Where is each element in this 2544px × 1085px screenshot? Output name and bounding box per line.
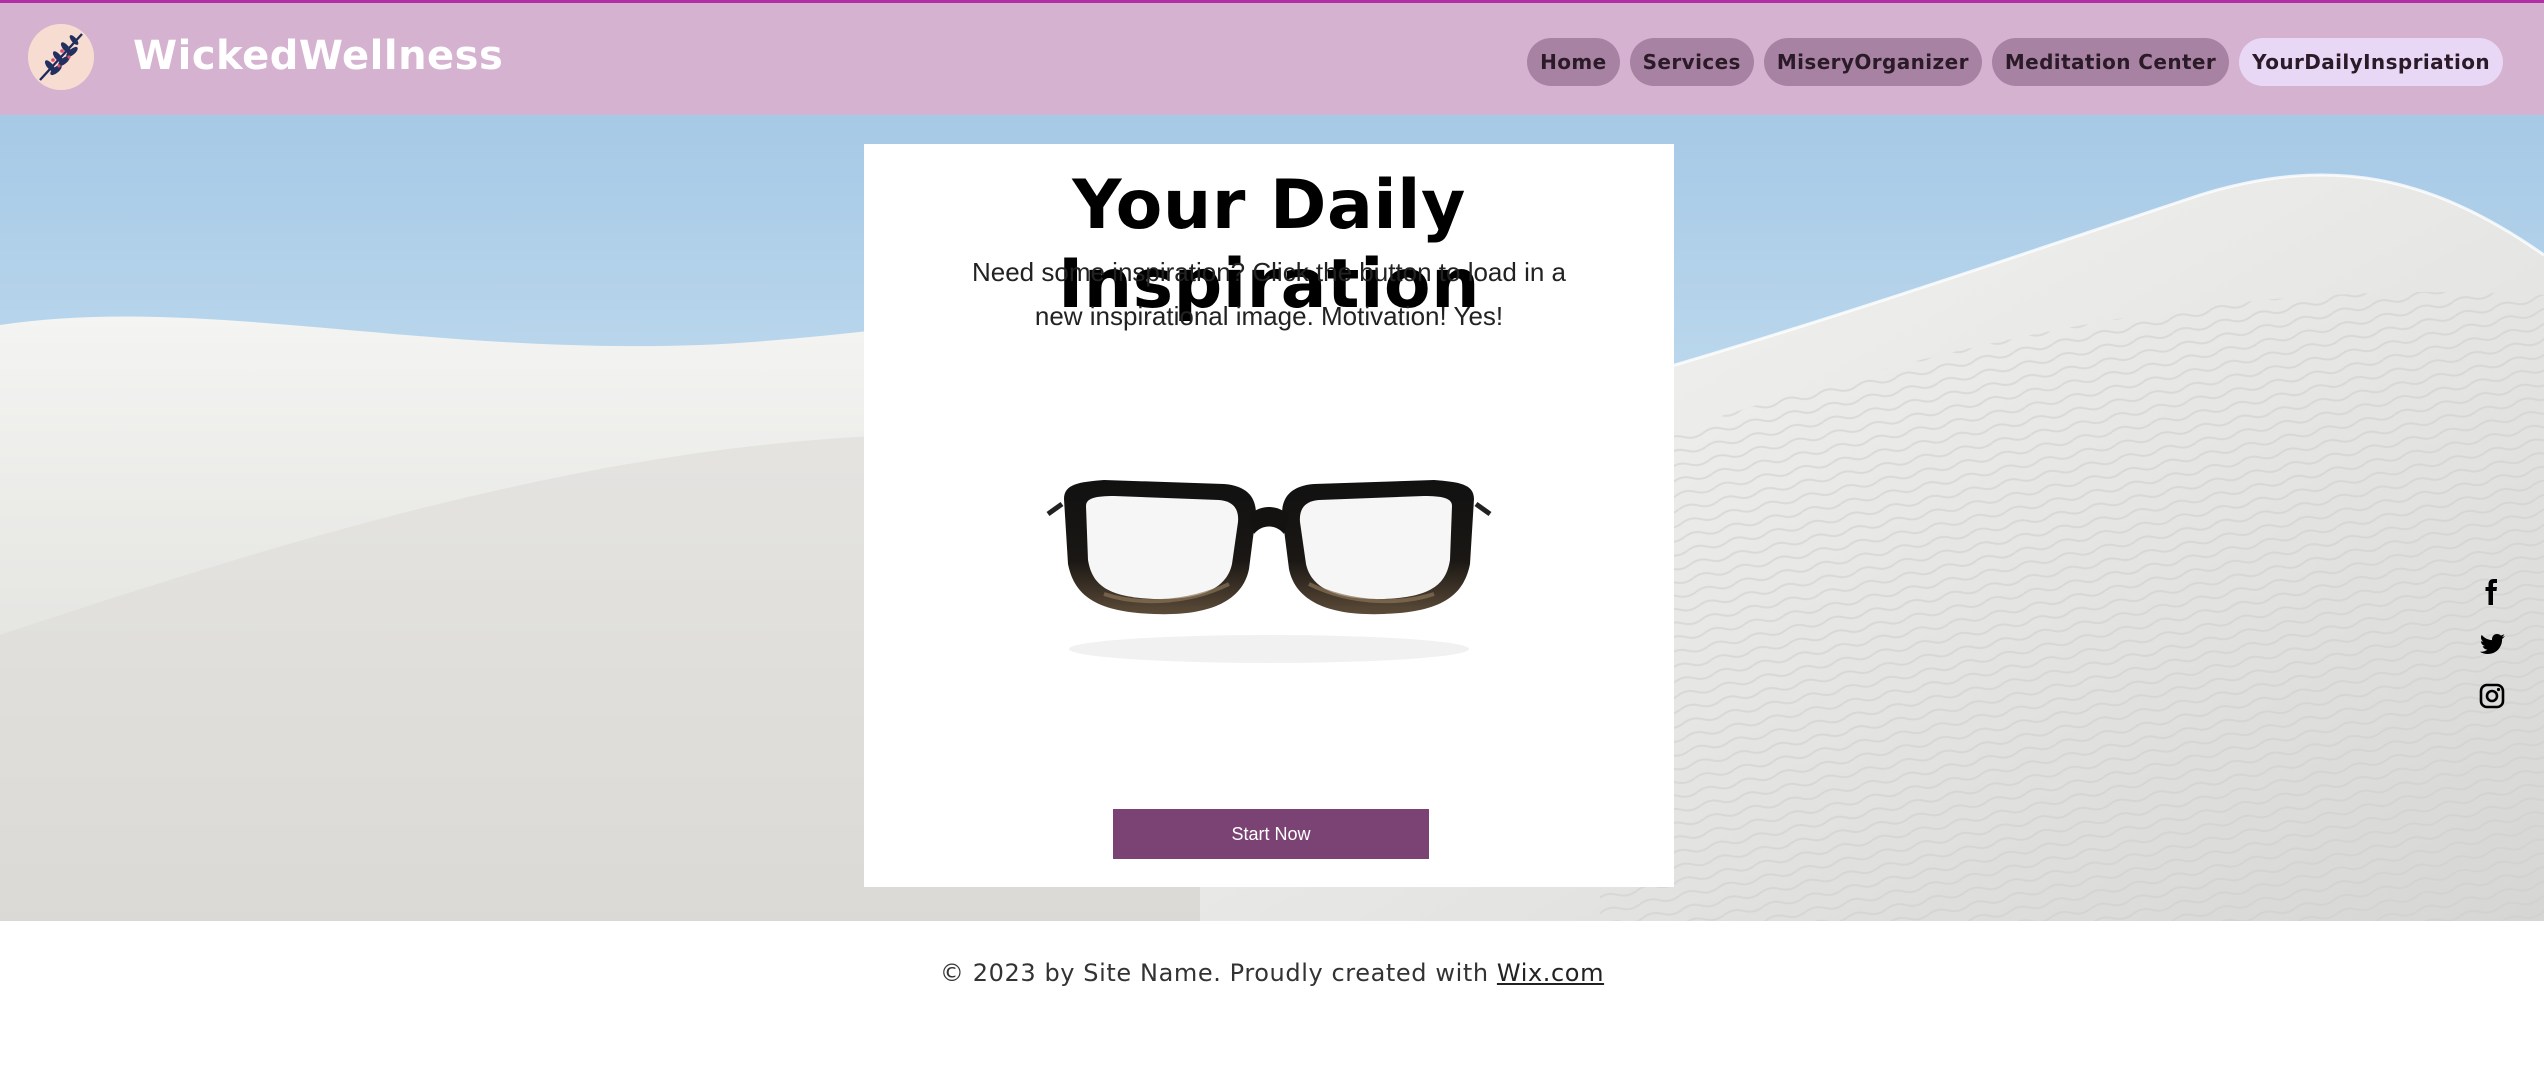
start-now-button[interactable]: Start Now (1113, 809, 1429, 859)
facebook-icon[interactable] (2478, 578, 2506, 606)
footer-text: © 2023 by Site Name. Proudly created wit… (939, 959, 1497, 987)
nav-item-services[interactable]: Services (1629, 38, 1754, 86)
main-nav: Home Services MiseryOrganizer Meditation… (1527, 38, 2503, 86)
twitter-icon[interactable] (2478, 630, 2506, 658)
site-footer: © 2023 by Site Name. Proudly created wit… (0, 921, 2544, 1085)
brand-name[interactable]: WickedWellness (133, 33, 503, 79)
nav-item-home[interactable]: Home (1527, 38, 1620, 86)
hero-section: Your Daily Inspiration Need some inspira… (0, 115, 2544, 921)
site-header: WickedWellness Home Services MiseryOrgan… (0, 0, 2544, 115)
inspiration-image (1044, 444, 1494, 684)
footer-wix-link[interactable]: Wix.com (1497, 959, 1604, 987)
nav-item-meditation-center[interactable]: Meditation Center (1991, 38, 2230, 86)
card-description: Need some inspiration? Click the button … (971, 257, 1566, 331)
footer-copyright: © 2023 by Site Name. Proudly created wit… (0, 959, 2544, 987)
nav-item-misery-organizer[interactable]: MiseryOrganizer (1763, 38, 1982, 86)
eyeglasses-icon (1046, 480, 1492, 663)
instagram-icon[interactable] (2478, 682, 2506, 710)
nav-item-your-daily-inspiration[interactable]: YourDailyInspriation (2239, 38, 2503, 86)
social-bar (2478, 578, 2506, 734)
logo-icon[interactable] (28, 24, 94, 90)
inspiration-card: Your Daily Inspiration Need some inspira… (864, 144, 1674, 887)
